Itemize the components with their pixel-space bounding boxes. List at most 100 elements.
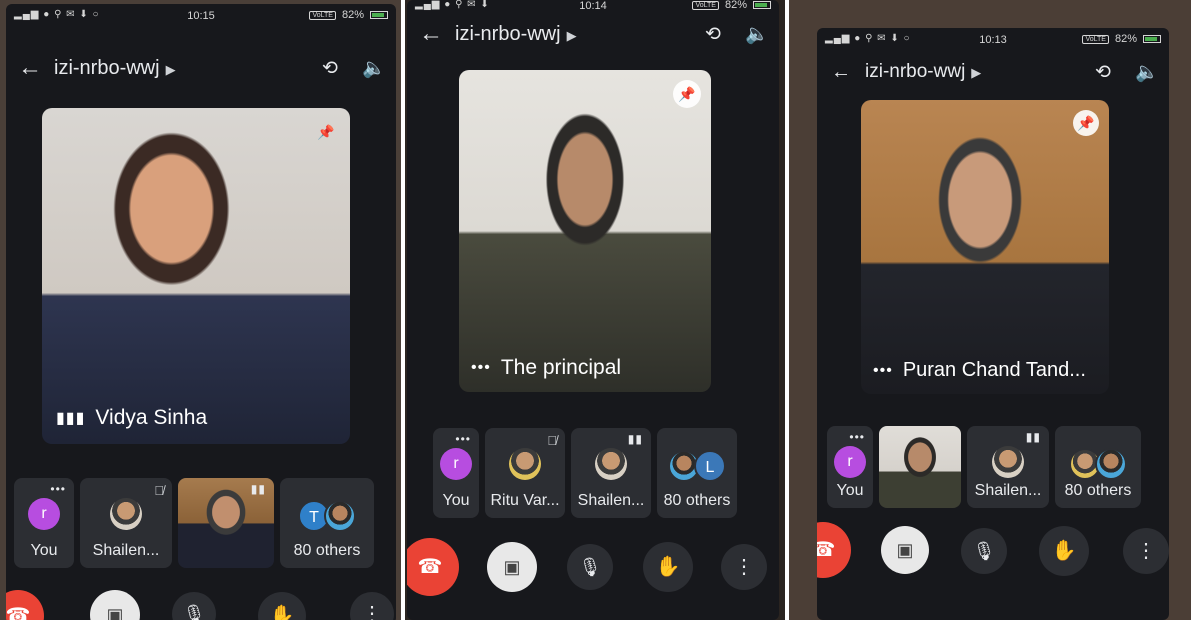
status-icons: ▂▄▆ ● ⚲ ✉ ⬇ ○ xyxy=(825,33,911,44)
audio-level-icon: ▮▮ xyxy=(627,432,643,446)
end-call-icon[interactable]: ☎ xyxy=(6,590,44,620)
meeting-code: izi-nrbo-wwj xyxy=(54,56,160,79)
participant-strip: ••• r You 🎙̸ Shailen... ▮▮ T 80 others xyxy=(14,478,374,568)
end-call-icon[interactable]: ☎ xyxy=(817,522,851,578)
avatar: r xyxy=(440,448,472,480)
battery-icon xyxy=(753,1,771,9)
participant-tile[interactable]: ▮▮ Shailen... xyxy=(571,428,651,518)
participant-video-tile[interactable] xyxy=(879,426,961,508)
speaker-name-label: ••• Puran Chand Tand... xyxy=(873,359,1086,382)
meeting-header: ← izi-nrbo-wwj ▶ ⟲ 🔈 xyxy=(6,50,396,86)
mic-off-icon: 🎙̸ xyxy=(154,483,164,498)
audio-level-icon: ▮▮ xyxy=(250,482,266,496)
participant-video-tile[interactable]: ▮▮ xyxy=(178,478,274,568)
phone-screen: ▂▄▆ ● ⚲ ✉ ⬇ 10:14 VoLTE 82% ← izi-nrbo-w… xyxy=(407,0,779,620)
hand-icon[interactable]: ✋ xyxy=(643,542,693,592)
camera-off-icon[interactable]: ▣ xyxy=(881,526,929,574)
participant-tile-others[interactable]: 80 others xyxy=(1055,426,1141,508)
mic-icon[interactable]: 🎙 xyxy=(172,592,216,620)
battery-percent: 82% xyxy=(1114,33,1137,45)
status-time: 10:14 xyxy=(579,0,607,12)
participant-name: Shailen... xyxy=(974,482,1042,499)
participant-tile[interactable]: 🎙̸ Shailen... xyxy=(80,478,172,568)
more-dots-icon[interactable]: ••• xyxy=(471,359,491,377)
more-dots-icon[interactable]: ••• xyxy=(849,430,865,444)
more-dots-icon[interactable]: ••• xyxy=(873,362,893,380)
chevron-right-icon: ▶ xyxy=(971,65,982,80)
pin-icon[interactable]: 📌 xyxy=(1073,110,1099,136)
phone-screen: ▂▄▆ ● ⚲ ✉ ⬇ ○ 10:13 VoLTE 82% ← izi-nrbo… xyxy=(817,28,1169,620)
participant-name: You xyxy=(30,542,58,559)
photo-panel-3: ▂▄▆ ● ⚲ ✉ ⬇ ○ 10:13 VoLTE 82% ← izi-nrbo… xyxy=(789,0,1191,620)
camera-off-icon[interactable]: ▣ xyxy=(90,590,140,620)
pin-icon[interactable]: 📌 xyxy=(312,118,340,146)
status-bar: ▂▄▆ ● ⚲ ✉ ⬇ ○ 10:15 VoLTE 82% xyxy=(6,4,396,28)
participant-tile-you[interactable]: ••• r You xyxy=(433,428,479,518)
switch-camera-icon[interactable]: ⟲ xyxy=(691,23,735,46)
status-time: 10:15 xyxy=(187,10,215,22)
avatar xyxy=(509,448,541,480)
more-vertical-icon[interactable]: ⋮ xyxy=(1123,528,1169,574)
speaker-icon[interactable]: 🔈 xyxy=(352,56,396,80)
camera-off-icon[interactable]: ▣ xyxy=(487,542,537,592)
hand-icon[interactable]: ✋ xyxy=(258,592,306,620)
participant-strip: ••• r You 🎙̸ Ritu Var... ▮▮ Shailen... L… xyxy=(433,428,737,518)
more-vertical-icon[interactable]: ⋮ xyxy=(350,592,394,620)
chevron-right-icon: ▶ xyxy=(566,27,577,43)
avatar-group: L xyxy=(668,450,726,482)
avatar xyxy=(595,448,627,480)
audio-level-icon: ▮▮ xyxy=(1025,430,1041,444)
volte-badge: VoLTE xyxy=(692,0,719,10)
end-call-icon[interactable]: ☎ xyxy=(407,538,459,596)
switch-camera-icon[interactable]: ⟲ xyxy=(308,57,352,80)
speaker-icon[interactable]: 🔈 xyxy=(1125,60,1169,84)
avatar xyxy=(1095,448,1127,480)
mic-icon[interactable]: 🎙 xyxy=(961,528,1007,574)
participant-tile-others[interactable]: L 80 others xyxy=(657,428,737,518)
battery-percent: 82% xyxy=(341,9,364,21)
participant-name: Shailen... xyxy=(577,492,645,509)
meeting-code-button[interactable]: izi-nrbo-wwj ▶ xyxy=(865,61,1081,83)
speaker-name-label: ▮▮▮ Vidya Sinha xyxy=(56,406,207,430)
participant-tile[interactable]: 🎙̸ Ritu Var... xyxy=(485,428,565,518)
meeting-code-button[interactable]: izi-nrbo-wwj ▶ xyxy=(54,57,308,80)
main-video-tile[interactable]: 📌 ••• The principal xyxy=(459,70,711,392)
back-arrow-icon[interactable]: ← xyxy=(817,61,865,84)
participant-name: 80 others xyxy=(663,492,731,509)
hand-icon[interactable]: ✋ xyxy=(1039,526,1089,576)
avatar-group: T xyxy=(298,500,356,532)
switch-camera-icon[interactable]: ⟲ xyxy=(1081,61,1125,84)
mic-off-icon: 🎙̸ xyxy=(547,433,557,448)
call-controls: ☎ ▣ 🎙 ✋ ⋮ xyxy=(407,534,779,596)
meeting-code-button[interactable]: izi-nrbo-wwj ▶ xyxy=(455,23,691,46)
status-time: 10:13 xyxy=(979,34,1007,46)
speaker-name: The principal xyxy=(500,356,622,379)
mic-icon[interactable]: 🎙 xyxy=(567,544,613,590)
participant-tile-you[interactable]: ••• r You xyxy=(14,478,74,568)
participant-tile[interactable]: ▮▮ Shailen... xyxy=(967,426,1049,508)
more-dots-icon[interactable]: ••• xyxy=(50,482,66,496)
speaker-icon[interactable]: 🔈 xyxy=(735,22,779,46)
pin-icon[interactable]: 📌 xyxy=(673,80,701,108)
back-arrow-icon[interactable]: ← xyxy=(6,54,54,82)
status-bar: ▂▄▆ ● ⚲ ✉ ⬇ ○ 10:13 VoLTE 82% xyxy=(817,28,1169,52)
participant-name: Ritu Var... xyxy=(490,492,560,509)
meeting-header: ← izi-nrbo-wwj ▶ ⟲ 🔈 xyxy=(407,16,779,52)
main-video-tile[interactable]: 📌 ▮▮▮ Vidya Sinha xyxy=(42,108,350,444)
call-controls: ☎ ▣ 🎙 ✋ ⋮ xyxy=(817,518,1169,578)
avatar xyxy=(110,498,142,530)
participant-tile-others[interactable]: T 80 others xyxy=(280,478,374,568)
more-vertical-icon[interactable]: ⋮ xyxy=(721,544,767,590)
status-icons: ▂▄▆ ● ⚲ ✉ ⬇ ○ xyxy=(14,9,100,20)
participant-name: 80 others xyxy=(293,542,361,559)
chevron-right-icon: ▶ xyxy=(165,61,176,77)
phone-screen: ▂▄▆ ● ⚲ ✉ ⬇ ○ 10:15 VoLTE 82% ← izi-nrbo… xyxy=(6,4,396,620)
participant-name: Shailen... xyxy=(92,542,160,559)
back-arrow-icon[interactable]: ← xyxy=(407,20,455,48)
more-dots-icon[interactable]: ••• xyxy=(455,432,471,446)
call-controls: ☎ ▣ 🎙 ✋ ⋮ xyxy=(6,584,396,620)
main-video-tile[interactable]: 📌 ••• Puran Chand Tand... xyxy=(861,100,1109,394)
speaker-name: Puran Chand Tand... xyxy=(902,359,1086,381)
speaker-name-label: ••• The principal xyxy=(471,356,621,380)
participant-tile-you[interactable]: ••• r You xyxy=(827,426,873,508)
